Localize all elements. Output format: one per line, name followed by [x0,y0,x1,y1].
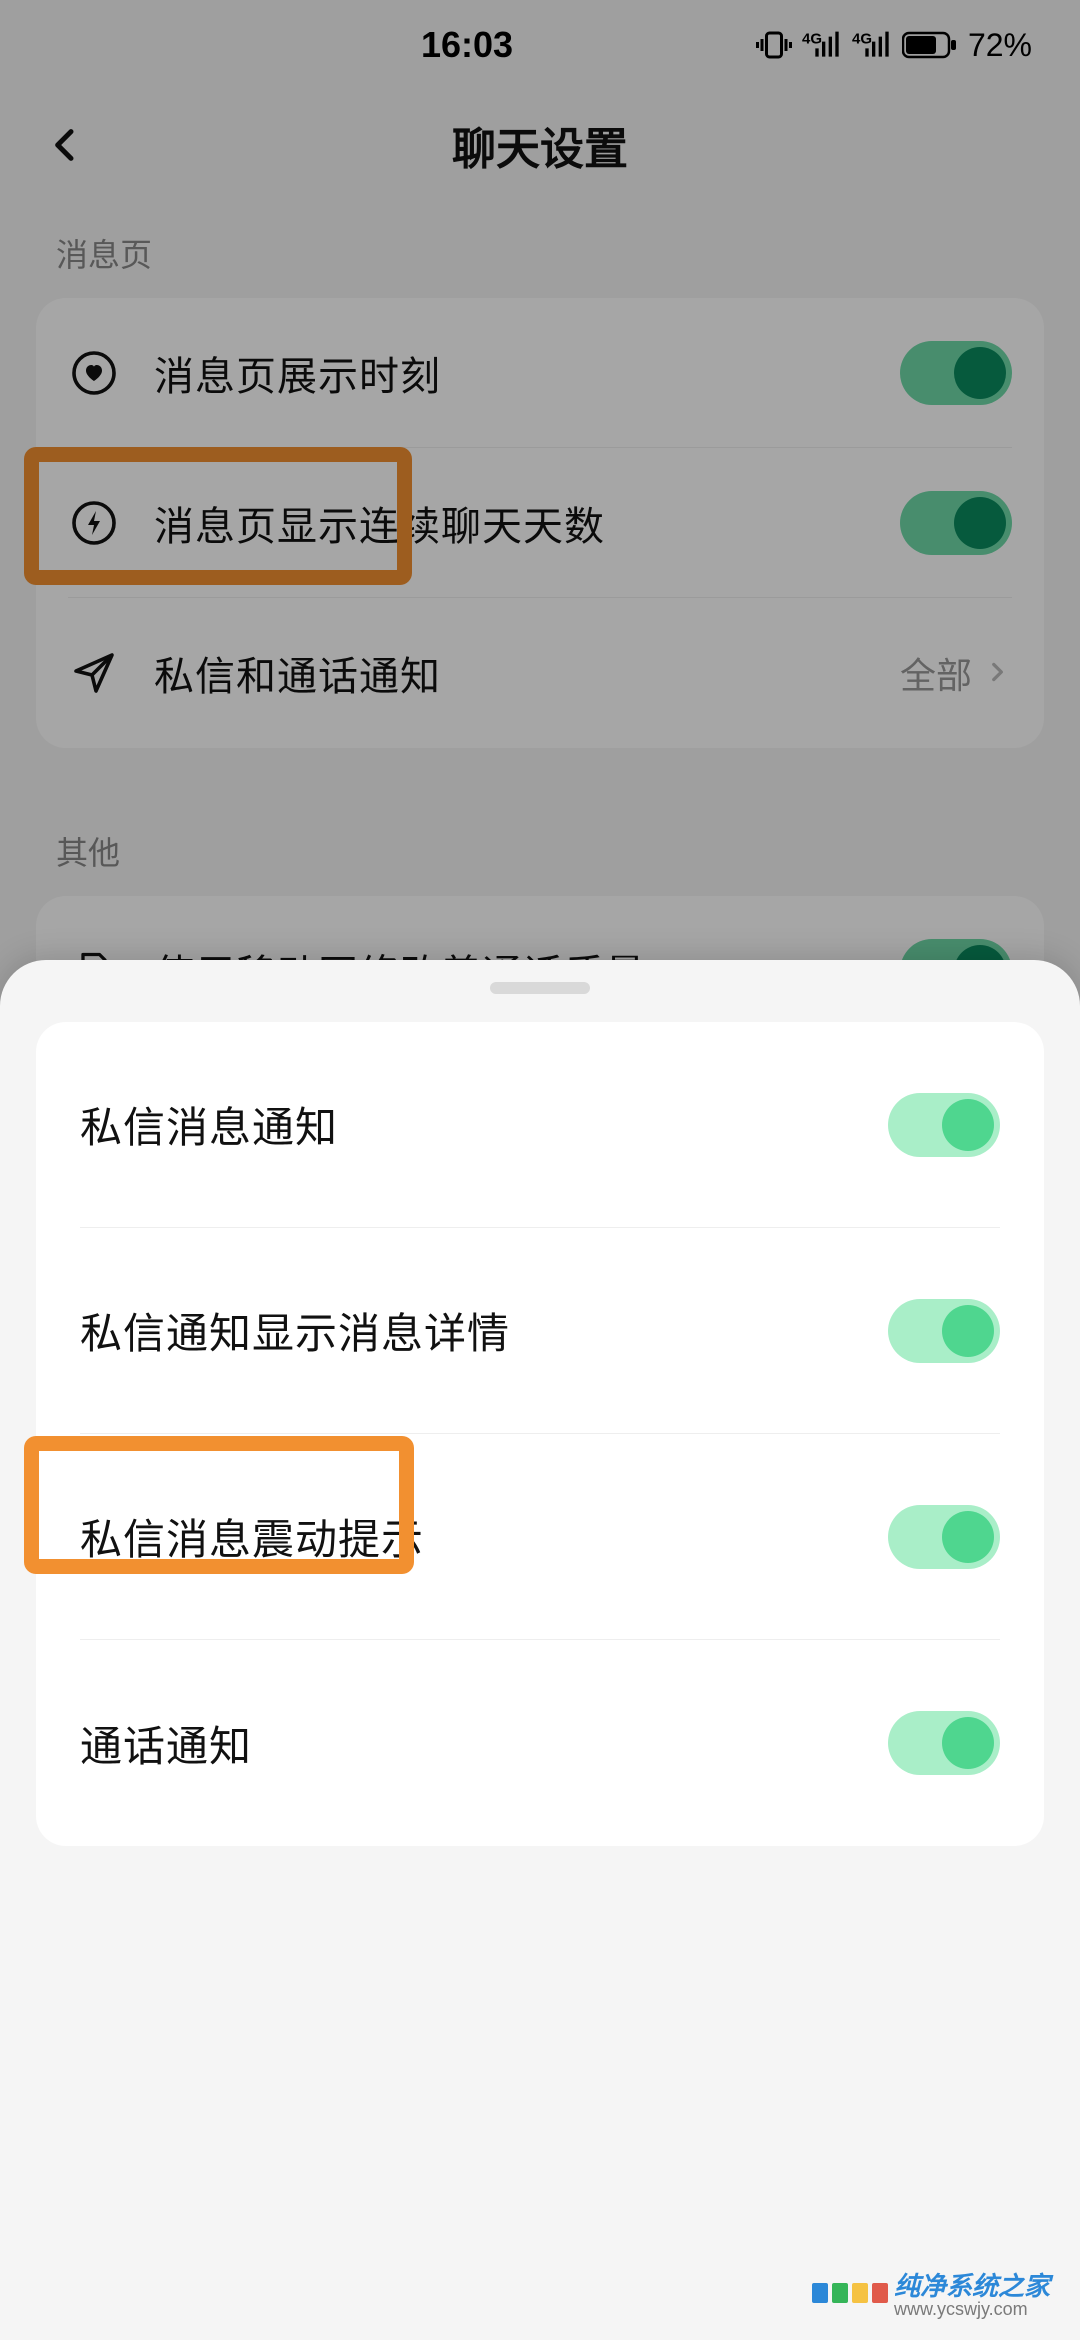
heart-circle-icon [68,347,120,399]
bolt-circle-icon [68,497,120,549]
paper-plane-icon [68,647,120,699]
watermark-logo-icon [812,2283,888,2303]
sheet-row-call-notify[interactable]: 通话通知 [80,1640,1000,1846]
row-value: 全部 [900,647,972,699]
row-label: 通话通知 [80,1713,888,1774]
signal-2-icon: 4G [852,30,892,60]
toggle-show-moments[interactable] [900,341,1012,405]
vibrate-icon [756,27,792,63]
battery-percent: 72% [968,27,1032,64]
sheet-row-dm-notify[interactable]: 私信消息通知 [80,1022,1000,1228]
row-label: 私信消息震动提示 [80,1506,888,1567]
section-label-messages: 消息页 [0,200,1080,298]
svg-text:4G: 4G [802,30,822,47]
row-label: 消息页显示连续聊天天数 [154,494,900,552]
watermark-url: www.ycswjy.com [894,2299,1050,2320]
row-label: 私信和通话通知 [154,644,900,702]
section-label-other: 其他 [0,748,1080,896]
sheet-drag-handle[interactable] [490,982,590,994]
chevron-right-icon [984,659,1012,687]
battery-icon [902,30,958,60]
toggle-dm-notify[interactable] [888,1093,1000,1157]
sheet-row-dm-detail[interactable]: 私信通知显示消息详情 [80,1228,1000,1434]
row-show-moments[interactable]: 消息页展示时刻 [68,298,1012,448]
row-dm-call-notify[interactable]: 私信和通话通知 全部 [68,598,1012,748]
toggle-show-streak[interactable] [900,491,1012,555]
status-right: 4G 4G 72% [756,27,1032,64]
sheet-row-dm-vibrate[interactable]: 私信消息震动提示 [80,1434,1000,1640]
toggle-dm-vibrate[interactable] [888,1505,1000,1569]
watermark: 纯净系统之家 www.ycswjy.com [812,2266,1050,2320]
signal-1-icon: 4G [802,30,842,60]
watermark-title: 纯净系统之家 [894,2271,1050,2301]
row-label: 消息页展示时刻 [154,344,900,402]
status-time: 16:03 [178,24,756,66]
row-show-streak[interactable]: 消息页显示连续聊天天数 [68,448,1012,598]
row-label: 私信消息通知 [80,1094,888,1155]
toggle-dm-detail[interactable] [888,1299,1000,1363]
status-bar: 16:03 4G 4G 72% [0,0,1080,90]
page-header: 聊天设置 [0,90,1080,200]
card-messages: 消息页展示时刻 消息页显示连续聊天天数 私信和通话通知 全部 [36,298,1044,748]
svg-text:4G: 4G [852,30,872,47]
sheet-card: 私信消息通知 私信通知显示消息详情 私信消息震动提示 通话通知 [36,1022,1044,1846]
page-title: 聊天设置 [36,113,1044,177]
row-label: 私信通知显示消息详情 [80,1300,888,1361]
bottom-sheet: 私信消息通知 私信通知显示消息详情 私信消息震动提示 通话通知 纯净系统之家 w… [0,960,1080,2340]
toggle-call-notify[interactable] [888,1711,1000,1775]
